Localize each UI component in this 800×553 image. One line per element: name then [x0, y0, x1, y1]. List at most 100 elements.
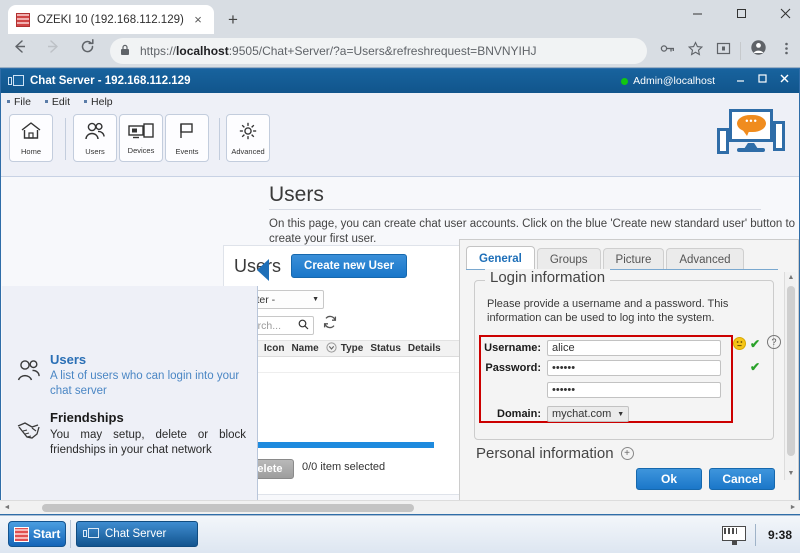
scroll-up-icon[interactable]: ▲ [785, 272, 797, 284]
back-arrow-icon[interactable] [4, 36, 34, 66]
tab-advanced[interactable]: Advanced [666, 248, 744, 270]
hscrollbar-thumb[interactable] [42, 504, 414, 512]
browser-toolbar: https://localhost:9505/Chat+Server/?a=Us… [0, 34, 800, 68]
menu-file-label: File [14, 95, 31, 108]
events-icon [176, 121, 198, 146]
browser-tabstrip: OZEKI 10 (192.168.112.129) × + [0, 0, 800, 34]
tab-groups[interactable]: Groups [536, 248, 601, 270]
refresh-icon[interactable] [320, 314, 339, 333]
create-new-user-button[interactable]: Create new User [291, 254, 408, 278]
app-ribbon: Home Users Devices Events Advanced [1, 110, 799, 177]
browser-close-button[interactable] [764, 0, 800, 30]
expand-plus-icon[interactable]: + [620, 447, 634, 460]
ozeki-chat-brand-logo: ••• [717, 109, 785, 161]
browser-minimize-button[interactable] [676, 0, 719, 30]
tab-picture[interactable]: Picture [602, 248, 665, 270]
browser-menu-icon[interactable] [772, 37, 800, 65]
personal-information-label: Personal information [476, 445, 614, 462]
users-table-header: On Icon Name Type Status Details [224, 340, 462, 357]
ribbon-label-users: Users [85, 146, 105, 156]
scroll-right-icon[interactable]: ► [786, 501, 800, 514]
ribbon-button-users[interactable]: Users [73, 114, 117, 162]
ozeki-logo-icon [16, 12, 30, 27]
ribbon-button-events[interactable]: Events [165, 114, 209, 162]
menu-file[interactable]: File [7, 96, 31, 108]
search-icon [298, 319, 309, 333]
clock[interactable]: 9:38 [768, 528, 792, 542]
ribbon-label-advanced: Advanced [231, 146, 265, 156]
ribbon-button-home[interactable]: Home [9, 114, 53, 162]
bullet-icon [44, 100, 48, 103]
ribbon-button-advanced[interactable]: Advanced [226, 114, 270, 162]
menu-edit[interactable]: Edit [44, 95, 71, 108]
col-details[interactable]: Details [408, 343, 441, 354]
users-icon [83, 121, 107, 146]
ribbon-divider [219, 118, 220, 160]
chat-server-window: Chat Server - 192.168.112.129 Admin@loca… [0, 68, 800, 515]
menu-help-label: Help [91, 95, 113, 108]
app-close-button[interactable] [773, 70, 795, 92]
password-confirm-input[interactable]: •••••• [547, 382, 721, 398]
username-label: Username: [484, 342, 541, 354]
cast-icon[interactable] [709, 37, 737, 65]
col-icon[interactable]: Icon [264, 343, 285, 354]
navigation-flyout: Users A list of users who can login into… [2, 286, 258, 514]
bullet-icon [84, 100, 88, 103]
table-row [224, 357, 462, 373]
star-icon[interactable] [681, 37, 709, 65]
col-type[interactable]: Type [341, 343, 364, 354]
profile-avatar-icon[interactable] [744, 37, 772, 65]
chevron-down-icon: ▼ [617, 410, 625, 418]
app-minimize-button[interactable] [729, 70, 751, 92]
scrollbar-thumb[interactable] [787, 286, 795, 456]
reload-icon[interactable] [72, 36, 102, 66]
flyout-users-description: A list of users who can login into your … [50, 370, 240, 397]
cancel-button[interactable]: Cancel [709, 468, 775, 490]
chat-server-icon [8, 74, 24, 88]
browser-maximize-button[interactable] [720, 0, 763, 30]
display-icon[interactable] [722, 526, 748, 545]
scroll-left-icon[interactable]: ◄ [0, 501, 14, 514]
key-icon[interactable] [653, 37, 681, 65]
col-name[interactable]: Name [291, 343, 318, 354]
address-bar[interactable]: https://localhost:9505/Chat+Server/?a=Us… [110, 38, 647, 64]
personal-information-section[interactable]: Personal information + [476, 445, 634, 462]
forward-arrow-icon [38, 36, 68, 66]
taskbar: Start Chat Server 9:38 [0, 515, 800, 553]
ribbon-button-devices[interactable]: Devices [119, 114, 163, 162]
browser-chrome: OZEKI 10 (192.168.112.129) × + https://l… [0, 0, 800, 68]
menu-help[interactable]: Help [84, 96, 113, 108]
username-input[interactable]: alice [547, 340, 721, 356]
new-tab-button[interactable]: + [222, 9, 244, 31]
ok-button[interactable]: Ok [636, 468, 702, 490]
page-title-rule [269, 209, 761, 210]
ribbon-divider [65, 118, 66, 160]
loading-progress-bar [238, 442, 434, 448]
menu-edit-label: Edit [51, 95, 71, 108]
password-valid-check-icon: ✔ [750, 337, 761, 351]
domain-select-value: mychat.com [552, 408, 612, 420]
username-row: Username: alice [475, 339, 729, 357]
ribbon-label-home: Home [20, 146, 41, 156]
page-horizontal-scrollbar[interactable]: ◄ ► [0, 500, 800, 514]
start-button[interactable]: Start [8, 521, 66, 547]
col-status[interactable]: Status [370, 343, 401, 354]
password-input[interactable]: •••••• [547, 360, 721, 376]
sort-descending-icon[interactable] [326, 341, 337, 356]
app-maximize-button[interactable] [751, 70, 773, 92]
taskbar-item-chat-server[interactable]: Chat Server [76, 521, 198, 547]
gear-icon [237, 121, 259, 146]
password-label: Password: [485, 362, 541, 374]
browser-tab[interactable]: OZEKI 10 (192.168.112.129) × [8, 5, 214, 34]
flyout-users-title: Users [50, 352, 87, 367]
login-information-legend: Login information [485, 269, 611, 286]
domain-select[interactable]: mychat.com ▼ [547, 406, 630, 422]
lock-icon [120, 44, 132, 59]
tab-general[interactable]: General [466, 246, 535, 270]
ozeki-logo-icon [14, 526, 29, 542]
edit-panel-scrollbar[interactable]: ▲ ▼ [784, 272, 796, 480]
scroll-down-icon[interactable]: ▼ [785, 468, 797, 480]
help-icon[interactable]: ? [767, 335, 781, 349]
start-button-label: Start [33, 527, 61, 541]
close-icon[interactable]: × [190, 12, 206, 28]
